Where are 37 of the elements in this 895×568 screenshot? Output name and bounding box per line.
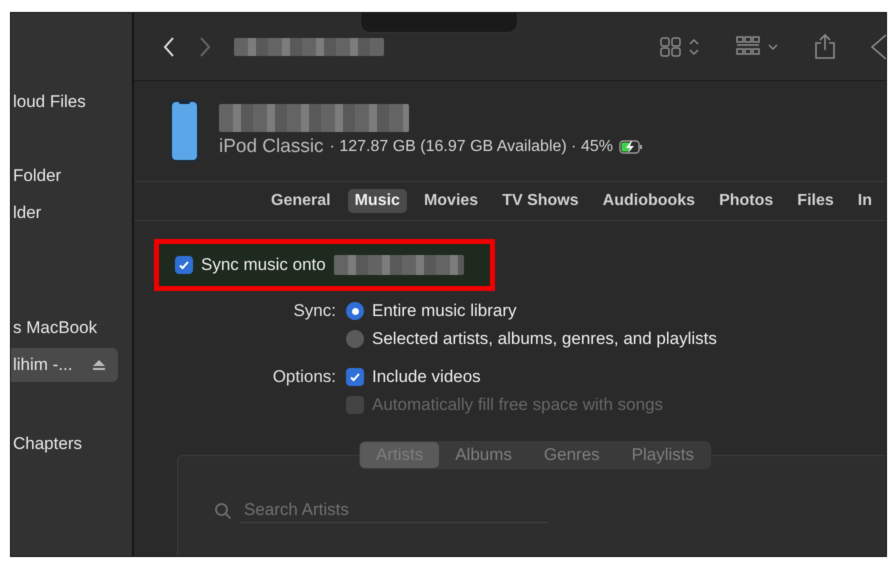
checkmark-icon [178, 259, 190, 271]
checkbox[interactable] [346, 368, 364, 386]
forward-icon[interactable] [198, 36, 212, 58]
tab[interactable]: Music [348, 189, 407, 213]
radio-label: Selected artists, albums, genres, and playlists [372, 329, 717, 349]
sidebar-item[interactable]: Folder [11, 159, 118, 193]
tab[interactable]: Movies [416, 189, 486, 213]
tab[interactable]: In [850, 189, 879, 213]
search-icon [214, 502, 232, 520]
phone-icon [170, 100, 199, 162]
tab[interactable]: TV Shows [495, 189, 586, 213]
checkbox[interactable] [175, 256, 193, 274]
device-model: iPod Classic [219, 136, 324, 158]
radio-button[interactable] [346, 302, 364, 320]
search-field[interactable]: Search Artists [240, 498, 548, 523]
share-icon[interactable] [814, 34, 836, 60]
eject-icon[interactable] [92, 359, 106, 371]
sidebar-item[interactable]: s MacBook [11, 311, 118, 345]
sidebar-item[interactable]: lihim -... [11, 348, 118, 382]
tab[interactable]: Photos [712, 189, 780, 213]
tab[interactable]: General [264, 189, 338, 213]
checkbox-label: Automatically fill free space with songs [372, 395, 664, 415]
back-icon[interactable] [162, 36, 176, 58]
group-menu-icon[interactable] [736, 36, 780, 58]
radio-label: Entire music library [372, 301, 517, 321]
sidebar-item[interactable]: lder [11, 196, 118, 230]
field-label: Options: [272, 367, 336, 387]
radio-button[interactable] [346, 330, 364, 348]
tab[interactable]: Files [790, 189, 841, 213]
checkbox-label: Include videos [372, 367, 481, 387]
field-label: Sync: [292, 301, 336, 321]
sidebar-item[interactable]: Chapters [11, 427, 118, 461]
checkbox-label[interactable]: Sync music onto [201, 255, 326, 275]
tab[interactable]: Audiobooks [596, 189, 702, 213]
checkmark-icon [349, 371, 361, 383]
device-details: · 127.87 GB (16.97 GB Available) · 45% [330, 138, 613, 156]
sidebar-item[interactable]: loud Files [11, 85, 118, 119]
